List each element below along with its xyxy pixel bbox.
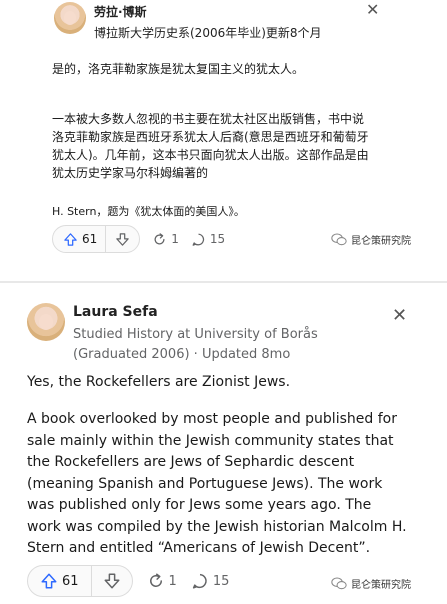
divider <box>0 281 447 283</box>
author-name[interactable]: 劳拉·博斯 <box>94 3 147 20</box>
answer-paragraph: 是的，洛克菲勒家族是犹太复国主义的犹太人。 <box>52 62 305 76</box>
upvote-button[interactable]: 61 <box>53 226 107 252</box>
upvote-button[interactable]: 61 <box>28 566 92 596</box>
author-credential: 博拉斯大学历史系(2006年毕业)更新8个月 <box>94 26 322 40</box>
share-icon <box>147 572 165 590</box>
watermark: 昆仑策研究院 <box>331 576 411 591</box>
vote-pill: 61 <box>27 565 133 597</box>
downvote-button[interactable] <box>106 226 139 252</box>
share-count: 1 <box>168 573 177 589</box>
share-button[interactable]: 1 <box>147 572 177 590</box>
comment-icon <box>191 232 206 247</box>
watermark-text: 昆仑策研究院 <box>351 580 411 591</box>
comment-count: 15 <box>212 573 230 589</box>
watermark: 昆仑策研究院 <box>331 232 411 247</box>
avatar[interactable] <box>54 2 86 34</box>
answer-paragraph: Yes, the Rockefellers are Zionist Jews. <box>27 374 291 390</box>
close-icon[interactable]: ✕ <box>366 0 379 19</box>
comment-icon <box>191 572 209 590</box>
share-button[interactable]: 1 <box>152 232 179 247</box>
close-icon[interactable]: ✕ <box>392 305 407 326</box>
wechat-icon <box>331 233 347 246</box>
answer-paragraph: A book overlooked by most people and pub… <box>27 411 407 556</box>
comment-button[interactable]: 15 <box>191 572 230 590</box>
author-credential: Studied History at University of Borås (… <box>73 327 318 362</box>
upvote-count: 61 <box>62 573 79 589</box>
avatar[interactable] <box>27 303 65 341</box>
author-name[interactable]: Laura Sefa <box>73 304 158 320</box>
watermark-text: 昆仑策研究院 <box>351 236 411 247</box>
comment-count: 15 <box>209 232 226 246</box>
answer-paragraph: 一本被大多数人忽视的书主要在犹太社区出版销售，书中说洛克菲勒家族是西班牙系犹太人… <box>52 112 369 180</box>
share-count: 1 <box>171 232 179 246</box>
upvote-icon <box>63 232 78 247</box>
upvote-icon <box>40 572 58 590</box>
action-bar: 61 1 15 <box>52 225 225 253</box>
comment-button[interactable]: 15 <box>191 232 225 247</box>
wechat-icon <box>331 577 347 590</box>
downvote-icon <box>115 232 130 247</box>
share-icon <box>152 232 167 247</box>
downvote-button[interactable] <box>92 566 132 596</box>
answer-paragraph: H. Stern，题为《犹太体面的美国人》。 <box>52 205 245 218</box>
action-bar: 61 1 15 <box>27 565 230 597</box>
downvote-icon <box>103 572 121 590</box>
translated-answer-card: 劳拉·博斯 博拉斯大学历史系(2006年毕业)更新8个月 ✕ 是的，洛克菲勒家族… <box>40 0 397 262</box>
upvote-count: 61 <box>82 232 98 246</box>
vote-pill: 61 <box>52 225 141 253</box>
